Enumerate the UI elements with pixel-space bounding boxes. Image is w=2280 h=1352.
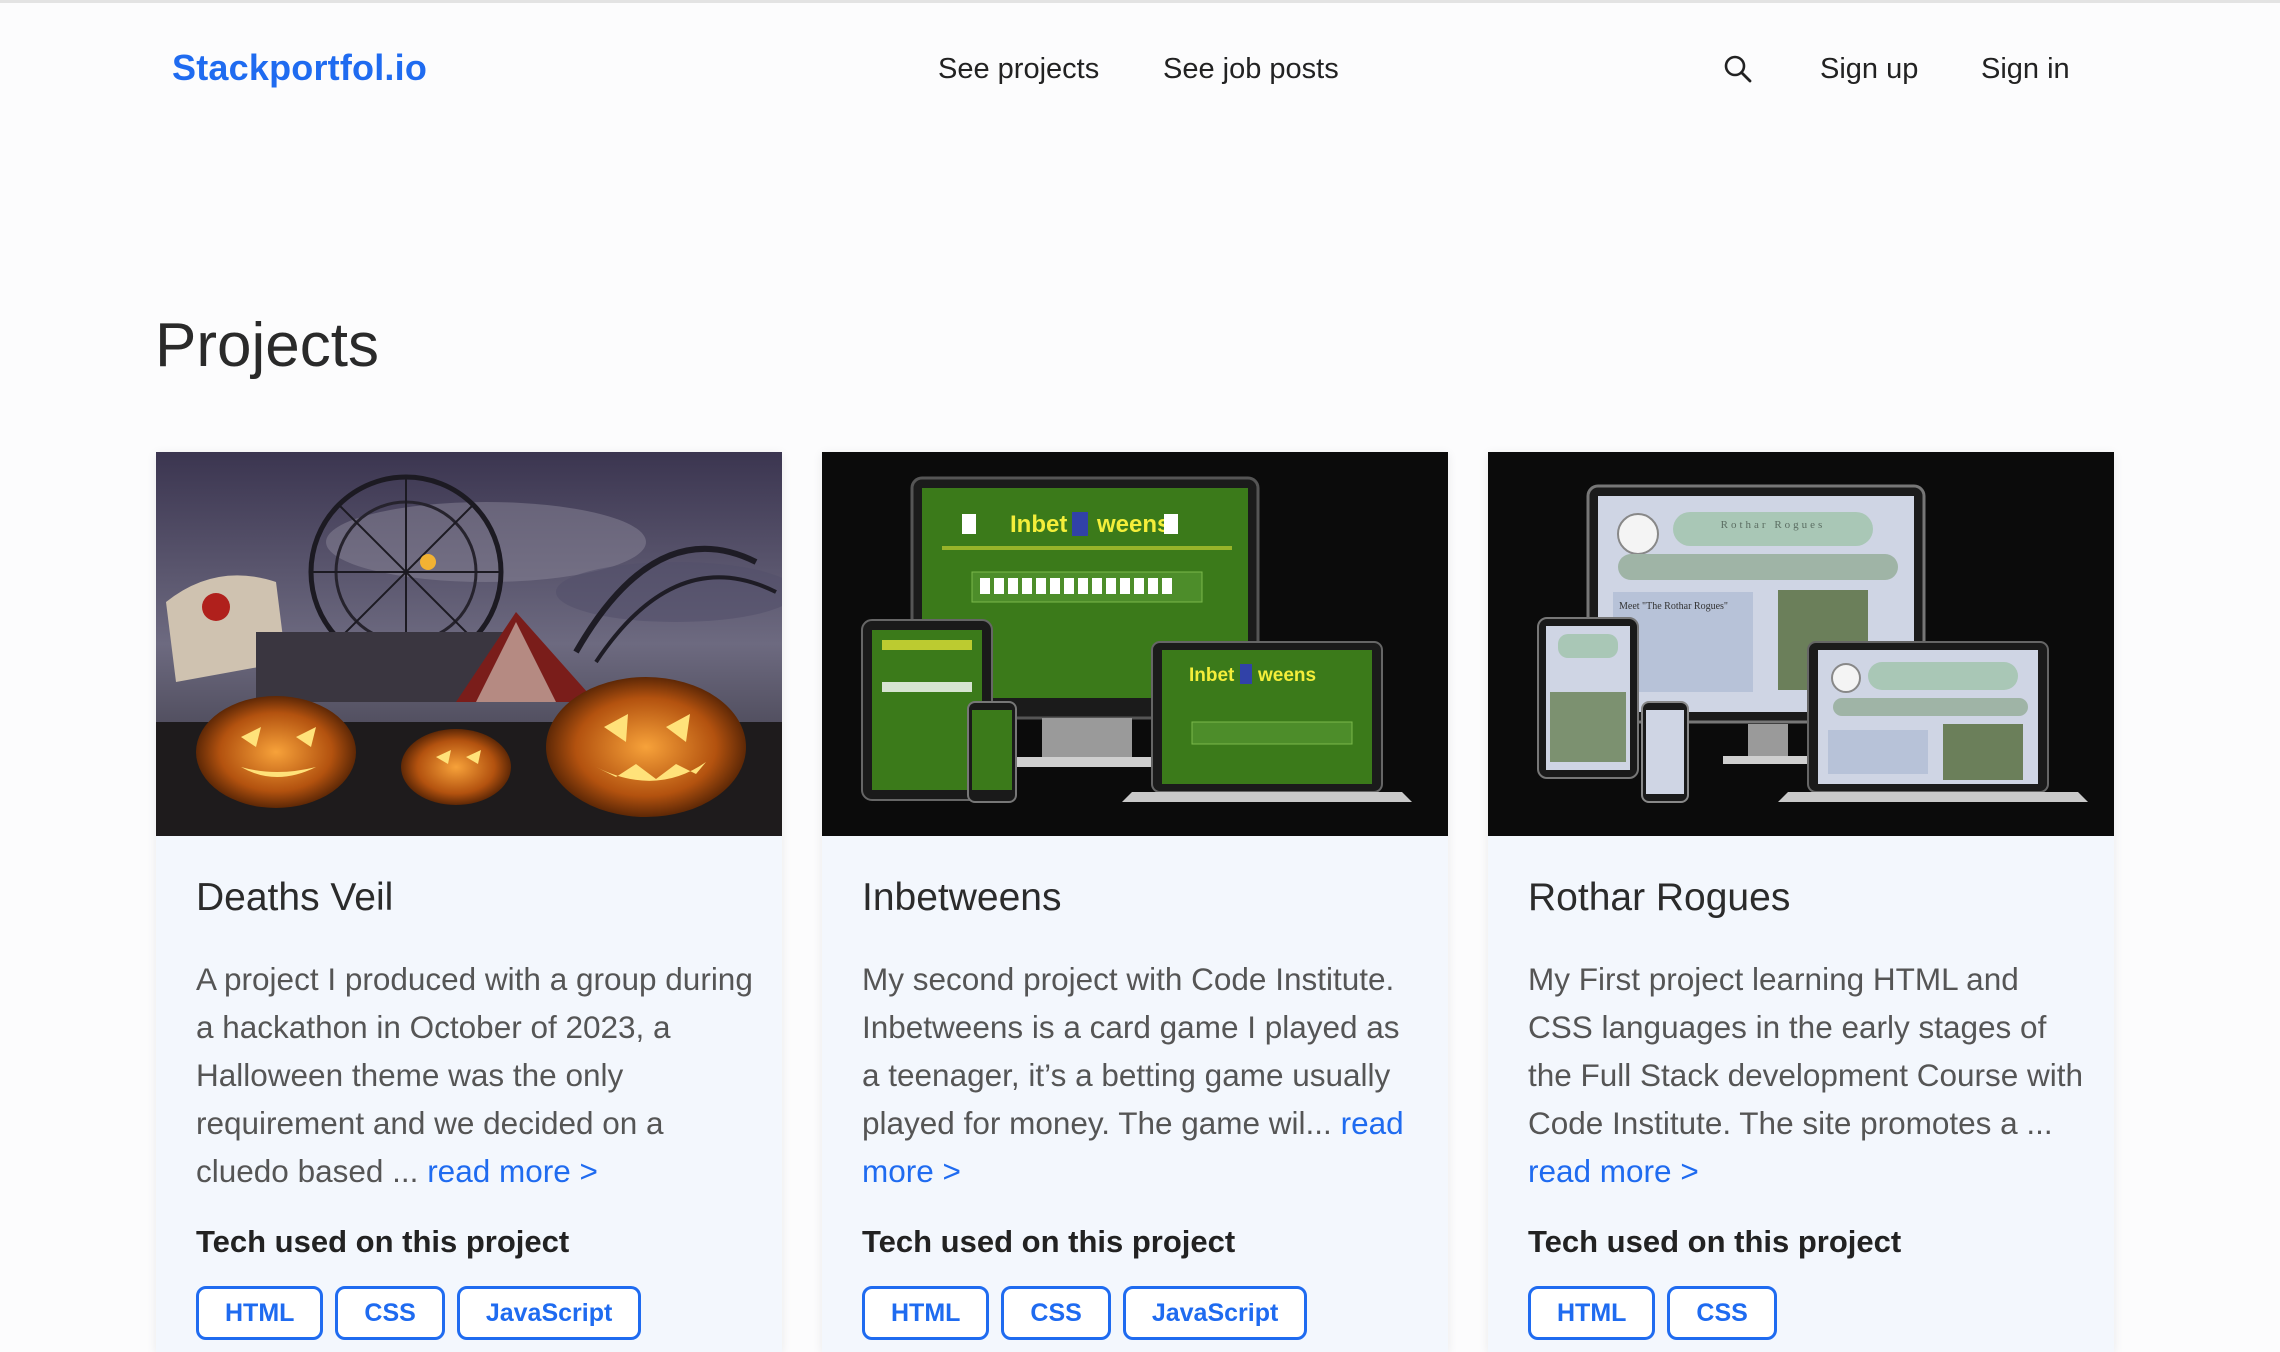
tech-tag-list: HTML CSS JavaScript	[196, 1286, 642, 1340]
svg-text:Inbet: Inbet	[1189, 665, 1235, 686]
tech-tag-list: HTML CSS	[1528, 1286, 1777, 1340]
sign-up-link[interactable]: Sign up	[1820, 53, 1918, 86]
nav-see-projects[interactable]: See projects	[938, 53, 1099, 86]
tech-tag[interactable]: CSS	[1001, 1286, 1111, 1340]
sign-in-link[interactable]: Sign in	[1981, 53, 2070, 86]
project-description: My First project learning HTML and CSS l…	[1528, 961, 2084, 1189]
project-title: Deaths Veil	[196, 876, 394, 919]
tech-tag[interactable]: CSS	[335, 1286, 445, 1340]
project-thumbnail-deaths-veil	[156, 452, 782, 836]
tech-heading: Tech used on this project	[196, 1224, 570, 1259]
project-description: My second project with Code Institute. I…	[862, 961, 1404, 1189]
tech-tag[interactable]: CSS	[1667, 1286, 1777, 1340]
svg-text:weens: weens	[1257, 665, 1316, 686]
project-thumbnail-inbetweens: Inbet weens Inbet weens	[822, 452, 1448, 836]
tech-tag[interactable]: HTML	[196, 1286, 324, 1340]
search-icon[interactable]	[1722, 53, 1754, 85]
project-title: Rothar Rogues	[1528, 876, 1791, 919]
project-title: Inbetweens	[862, 876, 1062, 919]
nav-see-job-posts[interactable]: See job posts	[1163, 53, 1339, 86]
tech-heading: Tech used on this project	[862, 1224, 1236, 1259]
tech-tag[interactable]: HTML	[1528, 1286, 1656, 1340]
read-more-link[interactable]: read more >	[1528, 1153, 1699, 1189]
tech-tag-list: HTML CSS JavaScript	[862, 1286, 1308, 1340]
tech-tag[interactable]: JavaScript	[1122, 1286, 1308, 1340]
project-thumbnail-rothar-rogues: Rothar Rogues Meet "The Rothar Rogues"	[1488, 452, 2114, 836]
svg-text:weens: weens	[1096, 511, 1170, 538]
svg-text:Inbet: Inbet	[1010, 511, 1067, 538]
tech-heading: Tech used on this project	[1528, 1224, 1902, 1259]
project-card-rothar-rogues[interactable]: Rothar Rogues Meet "The Rothar Rogues" R…	[1488, 452, 2114, 1352]
brand-logo-link[interactable]: Stackportfol.io	[172, 47, 427, 89]
project-card-deaths-veil[interactable]: Deaths Veil A project I produced with a …	[156, 452, 782, 1352]
project-card-inbetweens[interactable]: Inbet weens Inbet weens Inbetweens My se…	[822, 452, 1448, 1352]
navbar: Stackportfol.io See projects See job pos…	[0, 3, 2280, 139]
page-title: Projects	[155, 311, 379, 380]
svg-text:Rothar Rogues: Rothar Rogues	[1721, 519, 1826, 531]
svg-text:Meet "The Rothar Rogues": Meet "The Rothar Rogues"	[1619, 601, 1728, 612]
tech-tag[interactable]: JavaScript	[456, 1286, 642, 1340]
read-more-link[interactable]: read more >	[427, 1153, 598, 1189]
tech-tag[interactable]: HTML	[862, 1286, 990, 1340]
project-description: A project I produced with a group during…	[196, 961, 753, 1189]
